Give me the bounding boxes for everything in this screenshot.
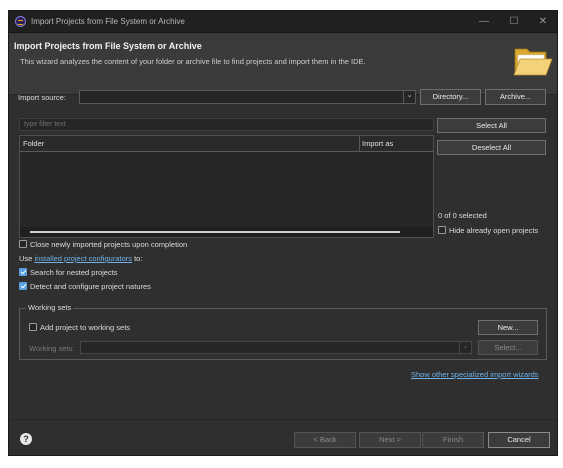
deselect-all-label: Deselect All bbox=[471, 143, 512, 152]
minimize-icon[interactable]: — bbox=[469, 11, 499, 32]
import-wizard-window: Import Projects from File System or Arch… bbox=[8, 10, 558, 456]
detect-natures-label[interactable]: Detect and configure project natures bbox=[30, 282, 151, 291]
column-divider[interactable] bbox=[359, 136, 360, 152]
hide-open-projects-label[interactable]: Hide already open projects bbox=[449, 226, 538, 235]
use-prefix: Use bbox=[19, 254, 33, 263]
directory-button[interactable]: Directory... bbox=[420, 89, 481, 105]
close-projects-label[interactable]: Close newly imported projects upon compl… bbox=[30, 240, 187, 249]
projects-table[interactable]: Folder Import as bbox=[19, 135, 434, 238]
wizard-header: Import Projects from File System or Arch… bbox=[9, 33, 557, 95]
working-sets-group-label: Working sets bbox=[26, 303, 74, 312]
working-sets-label: Working sets: bbox=[29, 344, 75, 353]
add-to-working-sets-label[interactable]: Add project to working sets bbox=[40, 323, 130, 332]
wizard-title: Import Projects from File System or Arch… bbox=[14, 41, 202, 51]
close-icon[interactable]: ✕ bbox=[528, 11, 558, 32]
other-wizards-link[interactable]: Show other specialized import wizards bbox=[411, 370, 539, 379]
new-working-set-button[interactable]: New... bbox=[478, 320, 538, 335]
finish-label: Finish bbox=[442, 435, 463, 444]
import-source-combo[interactable]: ⌄ bbox=[79, 90, 416, 104]
maximize-icon[interactable]: ☐ bbox=[499, 11, 529, 32]
chevron-down-icon[interactable]: ⌄ bbox=[403, 91, 415, 103]
chevron-down-icon[interactable]: ⌄ bbox=[459, 342, 471, 353]
working-sets-group: Working sets Add project to working sets… bbox=[19, 303, 547, 360]
select-all-label: Select All bbox=[476, 121, 507, 130]
hide-open-projects-checkbox[interactable] bbox=[438, 226, 446, 234]
cancel-button[interactable]: Cancel bbox=[488, 432, 550, 448]
select-working-set-button[interactable]: Select... bbox=[478, 340, 538, 355]
footer-divider bbox=[9, 419, 557, 420]
help-icon[interactable]: ? bbox=[20, 433, 32, 445]
column-import-as[interactable]: Import as bbox=[362, 139, 393, 148]
eclipse-app-icon bbox=[15, 16, 26, 27]
back-button[interactable]: < Back bbox=[294, 432, 356, 448]
detect-natures-checkbox[interactable] bbox=[19, 282, 27, 290]
next-label: Next > bbox=[379, 435, 401, 444]
selection-count: 0 of 0 selected bbox=[438, 211, 487, 220]
table-header: Folder Import as bbox=[20, 136, 433, 152]
deselect-all-button[interactable]: Deselect All bbox=[437, 140, 546, 155]
new-button-label: New... bbox=[497, 323, 519, 332]
select-all-button[interactable]: Select All bbox=[437, 118, 546, 133]
import-source-label: Import source: bbox=[18, 93, 66, 102]
filter-input[interactable]: type filter text bbox=[19, 118, 434, 131]
wizard-description: This wizard analyzes the content of your… bbox=[20, 57, 366, 66]
open-folder-icon bbox=[513, 48, 553, 76]
working-sets-combo[interactable]: ⌄ bbox=[80, 341, 472, 354]
configurators-line: Use installed project configurators to: bbox=[19, 254, 142, 263]
finish-button[interactable]: Finish bbox=[422, 432, 484, 448]
scrollbar-thumb[interactable] bbox=[30, 231, 400, 233]
configurators-link[interactable]: installed project configurators bbox=[34, 254, 132, 263]
next-button[interactable]: Next > bbox=[359, 432, 421, 448]
window-title: Import Projects from File System or Arch… bbox=[31, 17, 185, 26]
horizontal-scrollbar[interactable] bbox=[20, 227, 433, 237]
search-nested-checkbox[interactable] bbox=[19, 268, 27, 276]
directory-button-label: Directory... bbox=[432, 92, 469, 101]
select-button-label: Select... bbox=[494, 343, 522, 352]
close-projects-checkbox[interactable] bbox=[19, 240, 27, 248]
add-to-working-sets-checkbox[interactable] bbox=[29, 323, 37, 331]
search-nested-label[interactable]: Search for nested projects bbox=[30, 268, 118, 277]
archive-button[interactable]: Archive... bbox=[485, 89, 546, 105]
title-bar: Import Projects from File System or Arch… bbox=[9, 11, 557, 33]
cancel-label: Cancel bbox=[507, 435, 531, 444]
use-suffix: to: bbox=[134, 254, 143, 263]
back-label: < Back bbox=[313, 435, 337, 444]
archive-button-label: Archive... bbox=[499, 92, 532, 101]
column-folder[interactable]: Folder bbox=[23, 139, 44, 148]
